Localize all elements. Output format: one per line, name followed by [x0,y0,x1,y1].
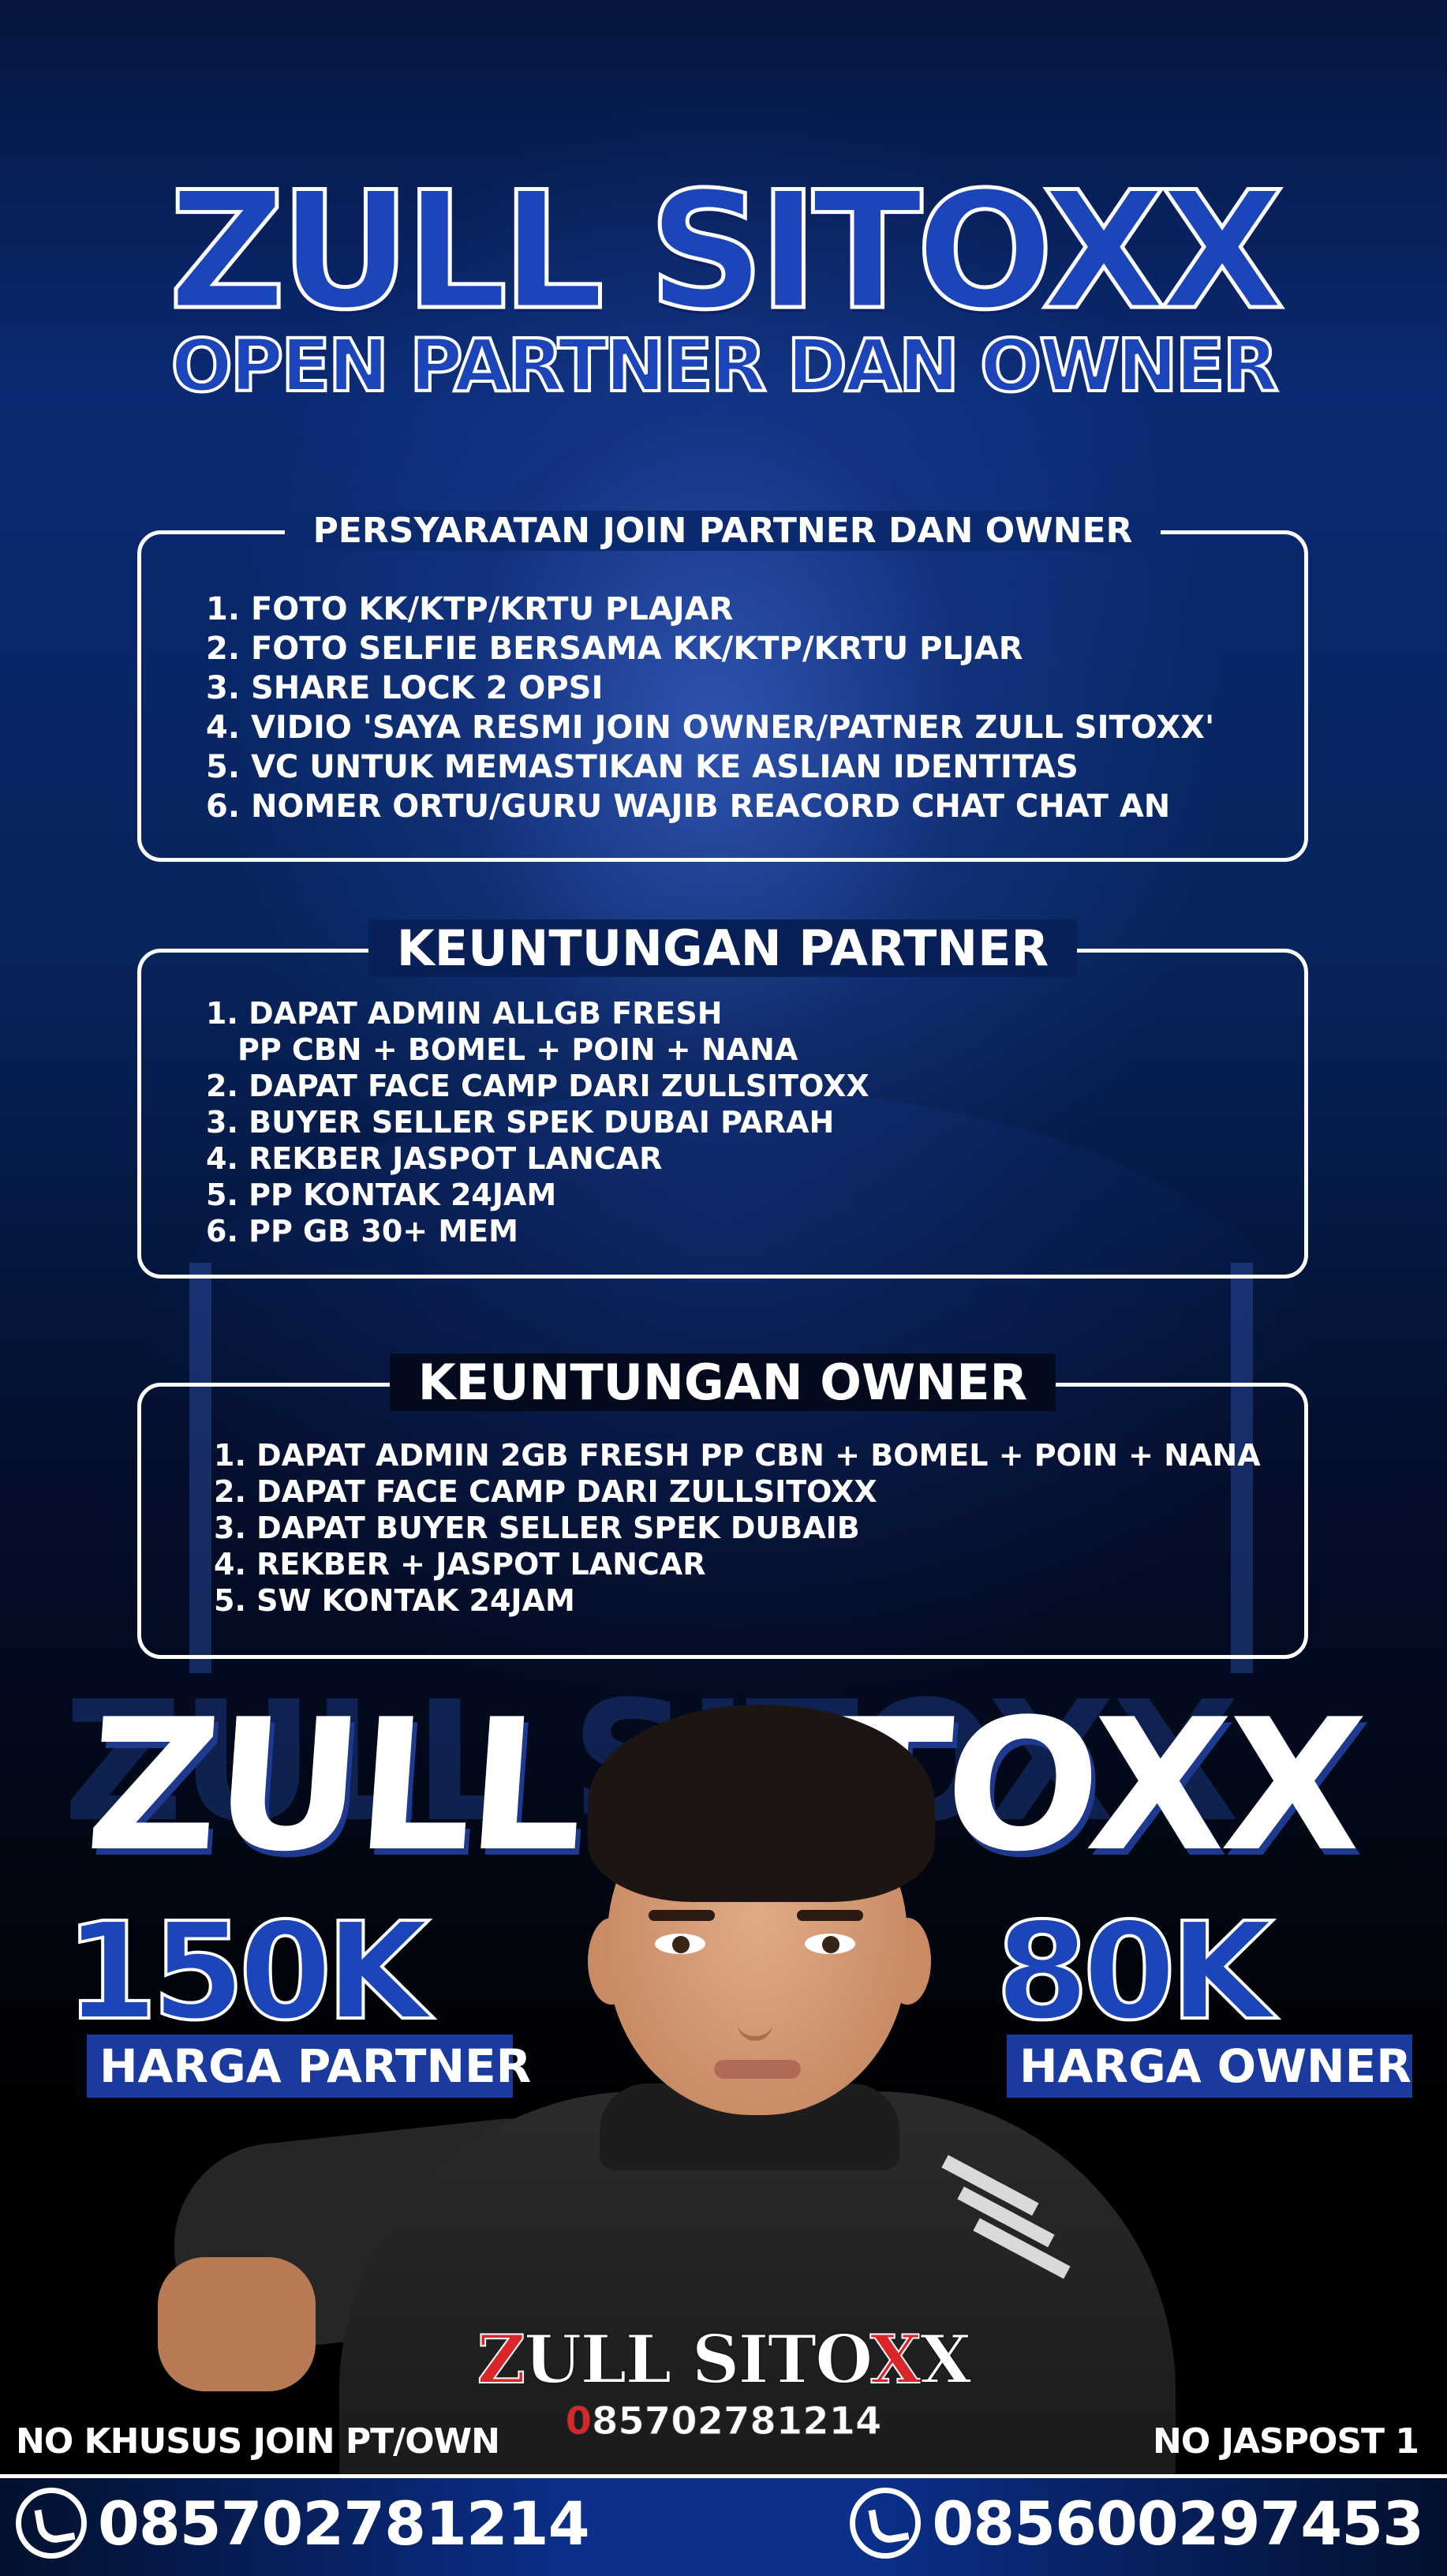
character-brow [649,1910,715,1921]
page-subtitle: OPEN PARTNER DAN OWNER [170,322,1281,410]
list-item: 3. SHARE LOCK 2 OPSI [206,670,604,706]
requirements-list: 1. FOTO KK/KTP/KRTU PLAJAR 2. FOTO SELFI… [206,590,1214,826]
list-item: 3. DAPAT BUYER SELLER SPEK DUBAIB [214,1511,860,1545]
partner-benefits-list: 1. DAPAT ADMIN ALLGB FRESH PP CBN + BOME… [206,995,869,1249]
requirements-panel: PERSYARATAN JOIN PARTNER DAN OWNER 1. FO… [137,511,1308,862]
brand-logo: ZULL SITOXX [0,2320,1447,2399]
footer-label-jaspost: NO JASPOST 1 [1153,2421,1419,2462]
whatsapp-icon [850,2488,922,2559]
list-item: 1. DAPAT ADMIN 2GB FRESH PP CBN + BOMEL … [214,1438,1261,1473]
list-item: 2. DAPAT FACE CAMP DARI ZULLSITOXX [214,1474,877,1509]
jacket-stripe [973,2218,1071,2279]
partner-benefits-title: KEUNTUNGAN PARTNER [368,919,1078,977]
list-item: 4. REKBER + JASPOT LANCAR [214,1547,706,1582]
contact-number: 085702781214 [98,2488,590,2559]
partner-price: 150K [63,1893,432,2052]
owner-benefits-title: KEUNTUNGAN OWNER [389,1354,1056,1411]
list-item: 5. SW KONTAK 24JAM [214,1583,575,1618]
contact-jaspost[interactable]: 085600297453 [850,2488,1424,2559]
list-item: 4. REKBER JASPOT LANCAR [206,1141,663,1176]
character-nose [738,1981,772,2041]
contact-number: 085600297453 [932,2488,1424,2559]
jacket-stripe [941,2155,1039,2216]
logo-text: ULL SITO [523,2320,873,2399]
jacket-stripe [957,2186,1055,2248]
list-item: 2. FOTO SELFIE BERSAMA KK/KTP/KRTU PLJAR [206,631,1023,667]
list-item: 4. VIDIO 'SAYA RESMI JOIN OWNER/PATNER Z… [206,710,1215,746]
contact-join[interactable]: 085702781214 [16,2488,590,2559]
list-item: 2. DAPAT FACE CAMP DARI ZULLSITOXX [206,1069,869,1103]
list-item: 1. FOTO KK/KTP/KRTU PLAJAR [206,591,734,627]
brand-banner: ZULL SITOXX [80,1681,1367,1892]
owner-price: 80K [994,1893,1275,2052]
list-item: PP CBN + BOMEL + POIN + NANA [237,1032,798,1067]
list-item: 1. DAPAT ADMIN ALLGB FRESH [206,996,723,1031]
owner-benefits-panel: KEUNTUNGAN OWNER 1. DAPAT ADMIN 2GB FRES… [137,1354,1308,1659]
logo-text: X [869,2320,922,2399]
owner-price-label: HARGA OWNER [1007,2035,1412,2098]
owner-benefits-title-wrap: KEUNTUNGAN OWNER [141,1354,1304,1411]
list-item: 5. PP KONTAK 24JAM [206,1178,557,1212]
logo-text: Z [477,2320,526,2399]
list-item: 3. BUYER SELLER SPEK DUBAI PARAH [206,1105,835,1140]
character-brow [797,1910,863,1921]
footer-label-join: NO KHUSUS JOIN PT/OWN [16,2421,500,2462]
character-mouth [714,2060,801,2079]
requirements-title-wrap: PERSYARATAN JOIN PARTNER DAN OWNER [141,511,1304,551]
partner-price-label: HARGA PARTNER [87,2035,531,2098]
list-item: 6. PP GB 30+ MEM [206,1214,518,1249]
logo-text: X [919,2320,972,2399]
character-collar [600,2084,899,2170]
list-item: 6. NOMER ORTU/GURU WAJIB REACORD CHAT CH… [206,788,1171,825]
character-ear [884,1918,931,2005]
character-eye [805,1934,855,1954]
logo-phone-text: 0 [565,2399,592,2444]
partner-benefits-panel: KEUNTUNGAN PARTNER 1. DAPAT ADMIN ALLGB … [137,919,1308,1279]
character-ear [588,1918,635,2005]
poster: ZULL SITOXX ZULL SITOXX OPEN PARTNER DAN… [0,0,1447,2576]
character-neck [671,2020,828,2139]
owner-benefits-list: 1. DAPAT ADMIN 2GB FRESH PP CBN + BOMEL … [214,1437,1261,1619]
logo-phone-text: 85702781214 [591,2399,882,2444]
list-item: 5. VC UNTUK MEMASTIKAN KE ASLIAN IDENTIT… [206,749,1079,785]
partner-benefits-title-wrap: KEUNTUNGAN PARTNER [141,919,1304,977]
whatsapp-icon [16,2488,87,2559]
requirements-title: PERSYARATAN JOIN PARTNER DAN OWNER [284,511,1161,551]
character-eye [655,1934,705,1954]
page-title: ZULL SITOXX [166,156,1287,348]
